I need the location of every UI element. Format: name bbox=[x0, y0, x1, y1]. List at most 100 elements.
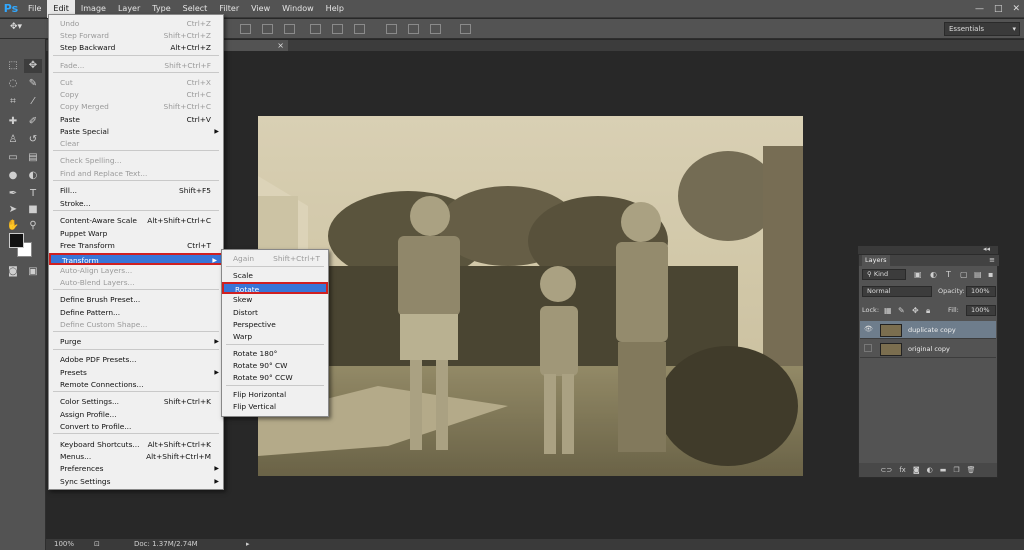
delete-layer-icon[interactable]: 🗑︎ bbox=[967, 466, 976, 474]
healing-brush-tool-icon[interactable]: ✚ bbox=[4, 115, 22, 129]
edit-menu-item-adobe-pdf-presets[interactable]: Adobe PDF Presets... bbox=[49, 354, 223, 366]
edit-menu-item-check-spelling[interactable]: Check Spelling... bbox=[49, 155, 223, 167]
align-horizontal-center-icon[interactable] bbox=[332, 24, 343, 34]
brush-tool-icon[interactable]: ✐ bbox=[24, 115, 42, 129]
edit-menu-item-assign-profile[interactable]: Assign Profile... bbox=[49, 409, 223, 421]
transform-menu-item-perspective[interactable]: Perspective bbox=[222, 319, 328, 331]
lock-position-icon[interactable]: ✥ bbox=[912, 305, 919, 316]
edit-menu-item-auto-blend-layers[interactable]: Auto-Blend Layers... bbox=[49, 277, 223, 289]
transform-menu-item-rotate-90-ccw[interactable]: Rotate 90° CCW bbox=[222, 372, 328, 384]
layers-tab[interactable]: Layers bbox=[862, 255, 890, 266]
distribute-center-icon[interactable] bbox=[408, 24, 419, 34]
move-tool-icon[interactable]: ✥ bbox=[24, 59, 42, 73]
quick-selection-tool-icon[interactable]: ✎ bbox=[24, 77, 42, 91]
path-selection-tool-icon[interactable]: ➤ bbox=[4, 203, 22, 217]
layer-row[interactable]: 👁︎ duplicate copy bbox=[860, 321, 996, 339]
filter-pixel-icon[interactable]: ▣ bbox=[914, 269, 922, 280]
opacity-input[interactable]: 100% bbox=[966, 286, 996, 297]
lock-transparent-icon[interactable]: ▦ bbox=[884, 305, 892, 316]
screen-mode-icon[interactable]: ▣ bbox=[24, 265, 42, 279]
gradient-tool-icon[interactable]: ▤ bbox=[24, 151, 42, 165]
align-top-icon[interactable] bbox=[240, 24, 251, 34]
edit-menu-item-sync-settings[interactable]: Sync Settings ▶ bbox=[49, 476, 223, 488]
document-info-icon[interactable]: ⊡ bbox=[94, 539, 100, 550]
collapse-panels-icon[interactable]: ◂◂ bbox=[983, 245, 990, 253]
edit-menu-item-find-and-replace-text[interactable]: Find and Replace Text... bbox=[49, 168, 223, 180]
align-bottom-icon[interactable] bbox=[284, 24, 295, 34]
menu-help[interactable]: Help bbox=[320, 0, 350, 18]
transform-menu-item-skew[interactable]: Skew bbox=[222, 294, 328, 306]
quick-mask-icon[interactable]: ◙ bbox=[4, 265, 22, 279]
menu-window[interactable]: Window bbox=[276, 0, 320, 18]
edit-menu-item-remote-connections[interactable]: Remote Connections... bbox=[49, 379, 223, 391]
edit-menu-item-define-pattern[interactable]: Define Pattern... bbox=[49, 307, 223, 319]
edit-menu-item-menus[interactable]: Menus... Alt+Shift+Ctrl+M bbox=[49, 451, 223, 463]
eyedropper-tool-icon[interactable]: ⁄ bbox=[24, 95, 42, 109]
edit-menu-item-copy[interactable]: Copy Ctrl+C bbox=[49, 89, 223, 101]
edit-menu-item-transform[interactable]: Transform ▶ bbox=[49, 253, 223, 265]
edit-menu-item-presets[interactable]: Presets ▶ bbox=[49, 367, 223, 379]
align-left-icon[interactable] bbox=[310, 24, 321, 34]
eraser-tool-icon[interactable]: ▭ bbox=[4, 151, 22, 165]
zoom-level[interactable]: 100% bbox=[54, 539, 74, 550]
align-right-icon[interactable] bbox=[354, 24, 365, 34]
edit-menu-item-auto-align-layers[interactable]: Auto-Align Layers... bbox=[49, 265, 223, 277]
hand-tool-icon[interactable]: ✋ bbox=[4, 219, 22, 233]
edit-menu-item-paste[interactable]: Paste Ctrl+V bbox=[49, 114, 223, 126]
visibility-eye-icon[interactable]: 👁︎ bbox=[864, 324, 874, 334]
edit-menu-item-undo[interactable]: Undo Ctrl+Z bbox=[49, 18, 223, 30]
foreground-color-swatch[interactable] bbox=[9, 233, 24, 248]
transform-menu-item-rotate-180[interactable]: Rotate 180° bbox=[222, 348, 328, 360]
close-tab-icon[interactable]: × bbox=[277, 40, 284, 51]
edit-menu-item-preferences[interactable]: Preferences ▶ bbox=[49, 463, 223, 475]
visibility-toggle-icon[interactable] bbox=[864, 344, 872, 352]
transform-menu-item-warp[interactable]: Warp bbox=[222, 331, 328, 343]
crop-tool-icon[interactable]: ⌗ bbox=[4, 95, 22, 109]
align-vertical-center-icon[interactable] bbox=[262, 24, 273, 34]
close-icon[interactable]: ✕ bbox=[1012, 4, 1020, 14]
filter-toggle-icon[interactable]: ▪ bbox=[988, 269, 993, 280]
blur-tool-icon[interactable]: ● bbox=[4, 169, 22, 183]
filter-smart-object-icon[interactable]: ▤ bbox=[974, 269, 982, 280]
lasso-tool-icon[interactable]: ◌ bbox=[4, 77, 22, 91]
edit-menu-item-stroke[interactable]: Stroke... bbox=[49, 198, 223, 210]
filter-kind-select[interactable]: ⚲ Kind bbox=[862, 269, 906, 280]
edit-menu-item-free-transform[interactable]: Free Transform Ctrl+T bbox=[49, 240, 223, 252]
pen-tool-icon[interactable]: ✒ bbox=[4, 187, 22, 201]
lock-all-icon[interactable]: 🔒︎ bbox=[926, 305, 930, 316]
transform-menu-item-rotate-90-cw[interactable]: Rotate 90° CW bbox=[222, 360, 328, 372]
link-layers-icon[interactable]: ⊂⊃ bbox=[880, 466, 892, 474]
menu-file[interactable]: File bbox=[22, 0, 47, 18]
rectangle-tool-icon[interactable]: ■ bbox=[24, 203, 42, 217]
blend-mode-select[interactable]: Normal bbox=[862, 286, 932, 297]
minimize-icon[interactable]: — bbox=[975, 4, 984, 14]
new-layer-icon[interactable]: ❐ bbox=[953, 466, 959, 474]
type-tool-icon[interactable]: T bbox=[24, 187, 42, 201]
maximize-icon[interactable]: □ bbox=[994, 4, 1003, 14]
transform-menu-item-scale[interactable]: Scale bbox=[222, 270, 328, 282]
document-tab[interactable]: × bbox=[224, 40, 288, 51]
edit-menu-item-define-custom-shape[interactable]: Define Custom Shape... bbox=[49, 319, 223, 331]
edit-menu-item-keyboard-shortcuts[interactable]: Keyboard Shortcuts... Alt+Shift+Ctrl+K bbox=[49, 439, 223, 451]
filter-shape-icon[interactable]: ▢ bbox=[960, 269, 968, 280]
distribute-top-icon[interactable] bbox=[386, 24, 397, 34]
workspace-select[interactable]: Essentials ▾ bbox=[944, 22, 1020, 36]
history-brush-tool-icon[interactable]: ↺ bbox=[24, 133, 42, 147]
transform-menu-item-flip-horizontal[interactable]: Flip Horizontal bbox=[222, 389, 328, 401]
transform-menu-item-again[interactable]: Again Shift+Ctrl+T bbox=[222, 253, 328, 265]
clone-stamp-tool-icon[interactable]: ♙ bbox=[4, 133, 22, 147]
document-canvas[interactable] bbox=[258, 116, 803, 476]
edit-menu-item-step-backward[interactable]: Step Backward Alt+Ctrl+Z bbox=[49, 42, 223, 54]
distribute-bottom-icon[interactable] bbox=[430, 24, 441, 34]
edit-menu-item-step-forward[interactable]: Step Forward Shift+Ctrl+Z bbox=[49, 30, 223, 42]
adjustment-layer-icon[interactable]: ◐ bbox=[927, 466, 933, 474]
edit-menu-item-puppet-warp[interactable]: Puppet Warp bbox=[49, 228, 223, 240]
auto-align-icon[interactable] bbox=[460, 24, 471, 34]
filter-adjustment-icon[interactable]: ◐ bbox=[930, 269, 937, 280]
lock-pixels-icon[interactable]: ✎ bbox=[898, 305, 905, 316]
edit-menu-item-clear[interactable]: Clear bbox=[49, 138, 223, 150]
edit-menu-item-define-brush-preset[interactable]: Define Brush Preset... bbox=[49, 294, 223, 306]
edit-menu-item-purge[interactable]: Purge ▶ bbox=[49, 336, 223, 348]
edit-menu-item-fill[interactable]: Fill... Shift+F5 bbox=[49, 185, 223, 197]
layer-mask-icon[interactable]: ◙ bbox=[913, 466, 920, 474]
